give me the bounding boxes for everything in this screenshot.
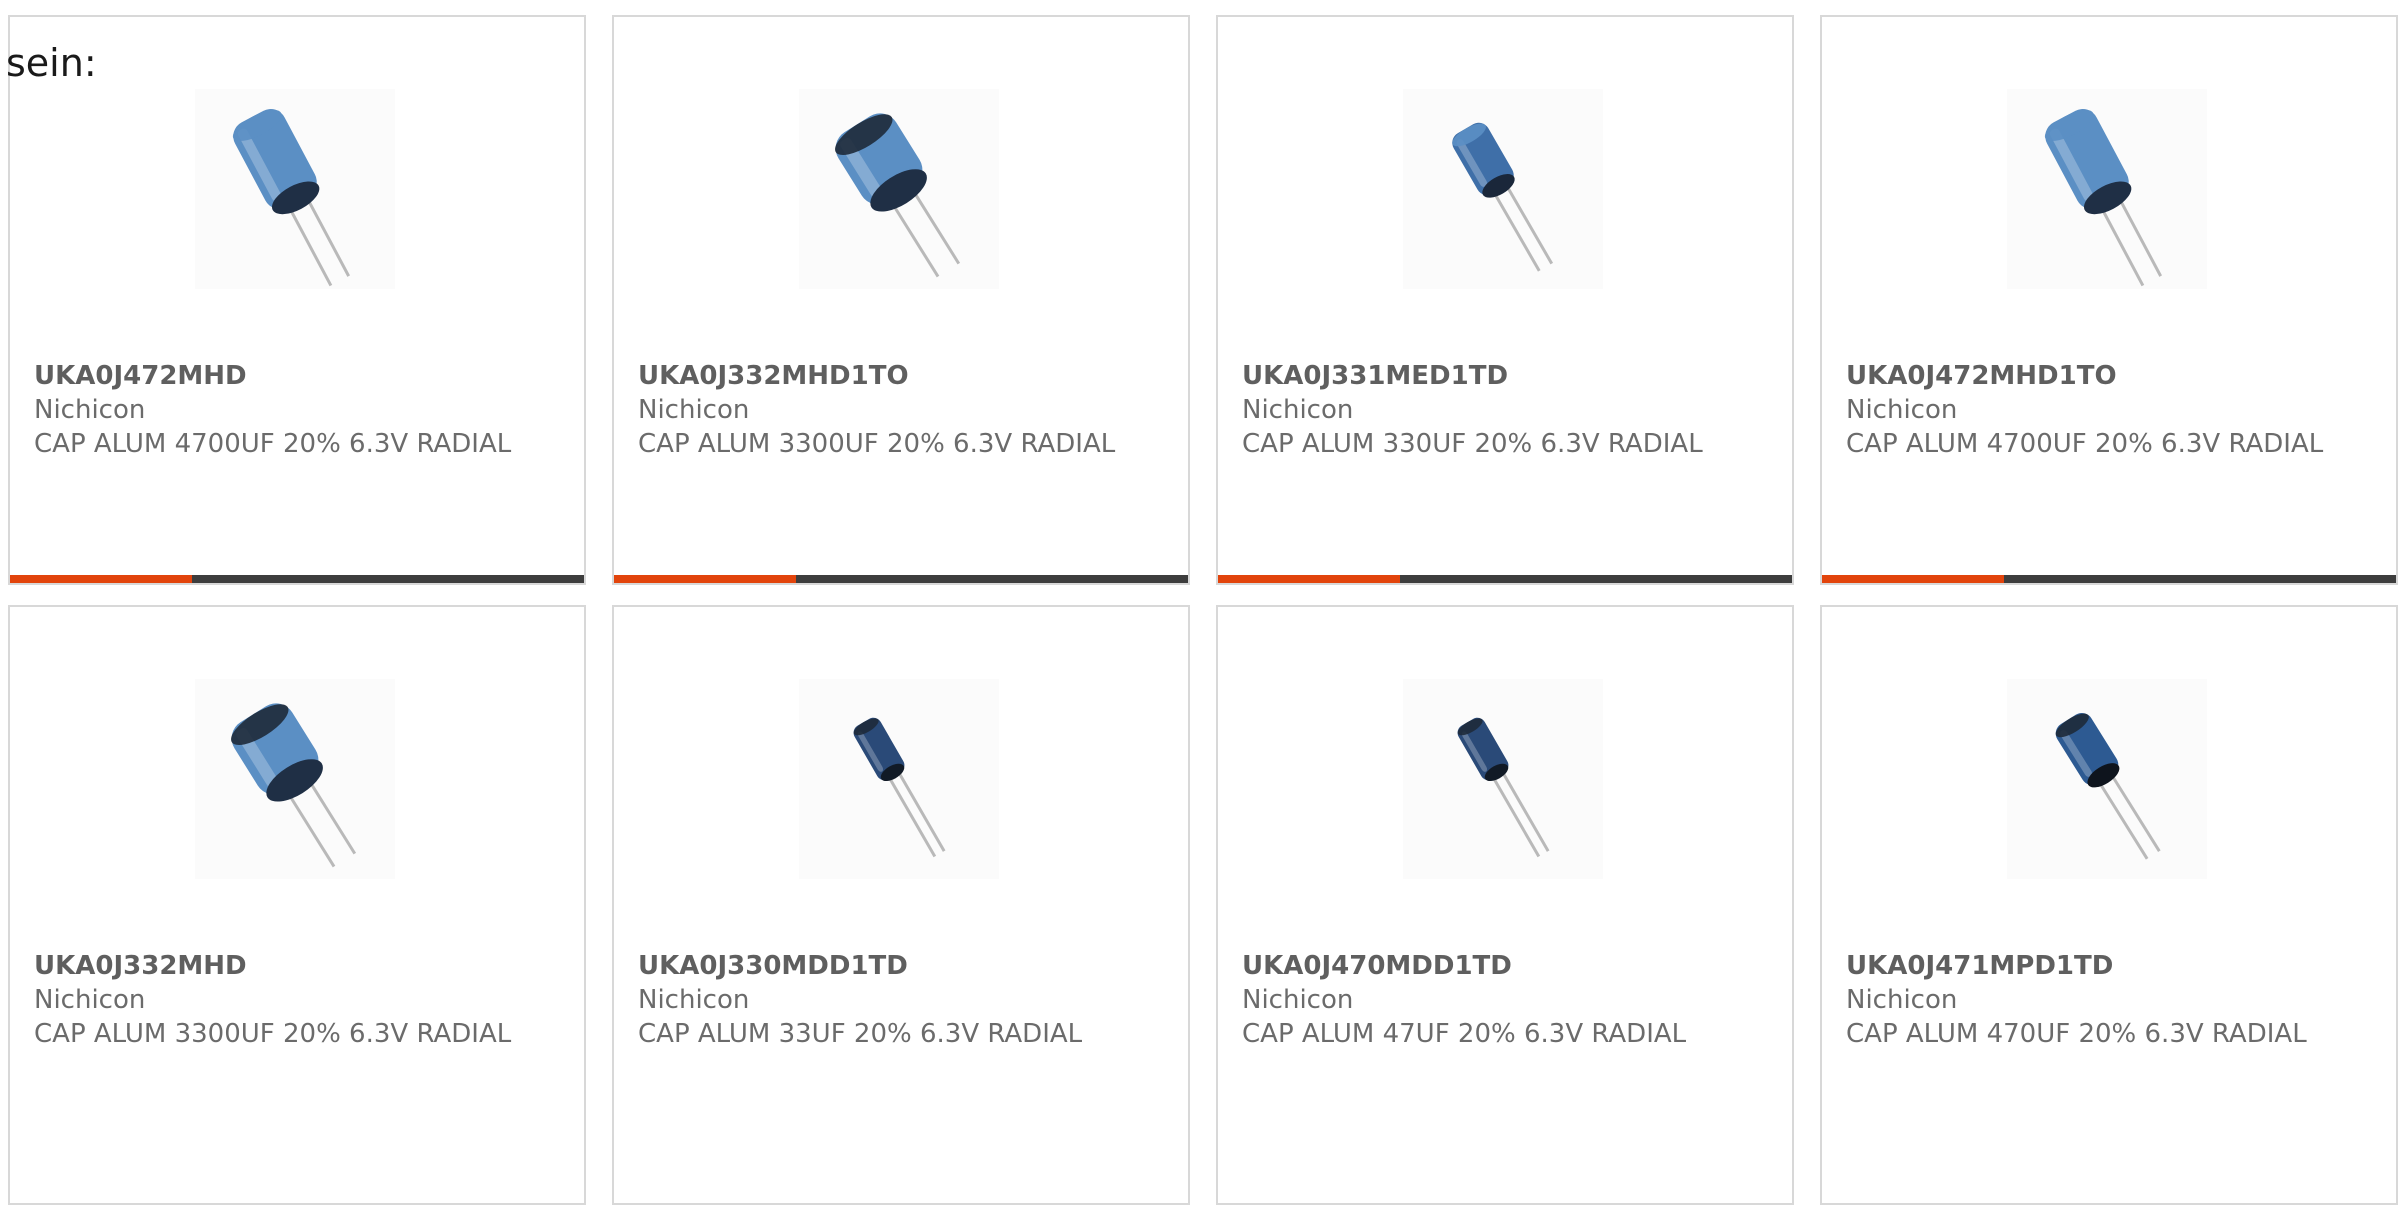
part-number[interactable]: UKA0J472MHD1TO	[1846, 359, 2376, 393]
card-bar	[10, 575, 584, 583]
part-number[interactable]: UKA0J470MDD1TD	[1242, 949, 1772, 983]
description: CAP ALUM 3300UF 20% 6.3V RADIAL	[34, 1019, 512, 1049]
description: CAP ALUM 4700UF 20% 6.3V RADIAL	[34, 429, 512, 459]
card-bar	[614, 575, 1188, 583]
product-card[interactable]: UKA0J471MPD1TD Nichicon CAP ALUM 470UF 2…	[1820, 605, 2398, 1205]
manufacturer: Nichicon	[1242, 395, 1354, 425]
capacitor-small-icon	[799, 679, 999, 879]
description: CAP ALUM 4700UF 20% 6.3V RADIAL	[1846, 429, 2324, 459]
card-bar-accent	[10, 575, 192, 583]
manufacturer: Nichicon	[1242, 985, 1354, 1015]
part-number[interactable]: UKA0J332MHD1TO	[638, 359, 1168, 393]
card-bar-accent	[614, 575, 796, 583]
manufacturer: Nichicon	[638, 395, 750, 425]
product-card[interactable]: UKA0J330MDD1TD Nichicon CAP ALUM 33UF 20…	[612, 605, 1190, 1205]
product-card[interactable]: UKA0J331MED1TD Nichicon CAP ALUM 330UF 2…	[1216, 15, 1794, 585]
card-bar	[1822, 575, 2396, 583]
capacitor-large-icon	[195, 89, 395, 289]
capacitor-large-icon	[2007, 89, 2207, 289]
product-card[interactable]: UKA0J470MDD1TD Nichicon CAP ALUM 47UF 20…	[1216, 605, 1794, 1205]
description: CAP ALUM 330UF 20% 6.3V RADIAL	[1242, 429, 1703, 459]
product-grid: UKA0J472MHD Nichicon CAP ALUM 4700UF 20%…	[8, 15, 2400, 1205]
description: CAP ALUM 470UF 20% 6.3V RADIAL	[1846, 1019, 2307, 1049]
capacitor-medium-icon	[1403, 89, 1603, 289]
manufacturer: Nichicon	[1846, 985, 1958, 1015]
manufacturer: Nichicon	[34, 395, 146, 425]
product-card[interactable]: UKA0J472MHD1TO Nichicon CAP ALUM 4700UF …	[1820, 15, 2398, 585]
part-number[interactable]: UKA0J471MPD1TD	[1846, 949, 2376, 983]
part-number[interactable]: UKA0J330MDD1TD	[638, 949, 1168, 983]
card-bar	[1218, 575, 1792, 583]
part-number[interactable]: UKA0J331MED1TD	[1242, 359, 1772, 393]
product-card[interactable]: UKA0J332MHD Nichicon CAP ALUM 3300UF 20%…	[8, 605, 586, 1205]
card-bar-accent	[1822, 575, 2004, 583]
capacitor-wide-icon	[195, 679, 395, 879]
description: CAP ALUM 47UF 20% 6.3V RADIAL	[1242, 1019, 1687, 1049]
description: CAP ALUM 3300UF 20% 6.3V RADIAL	[638, 429, 1116, 459]
capacitor-small-dark-icon	[2007, 679, 2207, 879]
manufacturer: Nichicon	[1846, 395, 1958, 425]
capacitor-small-icon	[1403, 679, 1603, 879]
product-card[interactable]: UKA0J332MHD1TO Nichicon CAP ALUM 3300UF …	[612, 15, 1190, 585]
manufacturer: Nichicon	[34, 985, 146, 1015]
manufacturer: Nichicon	[638, 985, 750, 1015]
part-number[interactable]: UKA0J472MHD	[34, 359, 564, 393]
description: CAP ALUM 33UF 20% 6.3V RADIAL	[638, 1019, 1083, 1049]
card-bar-accent	[1218, 575, 1400, 583]
product-card[interactable]: UKA0J472MHD Nichicon CAP ALUM 4700UF 20%…	[8, 15, 586, 585]
intro-text: sein:	[6, 41, 97, 85]
capacitor-wide-icon	[799, 89, 999, 289]
part-number[interactable]: UKA0J332MHD	[34, 949, 564, 983]
